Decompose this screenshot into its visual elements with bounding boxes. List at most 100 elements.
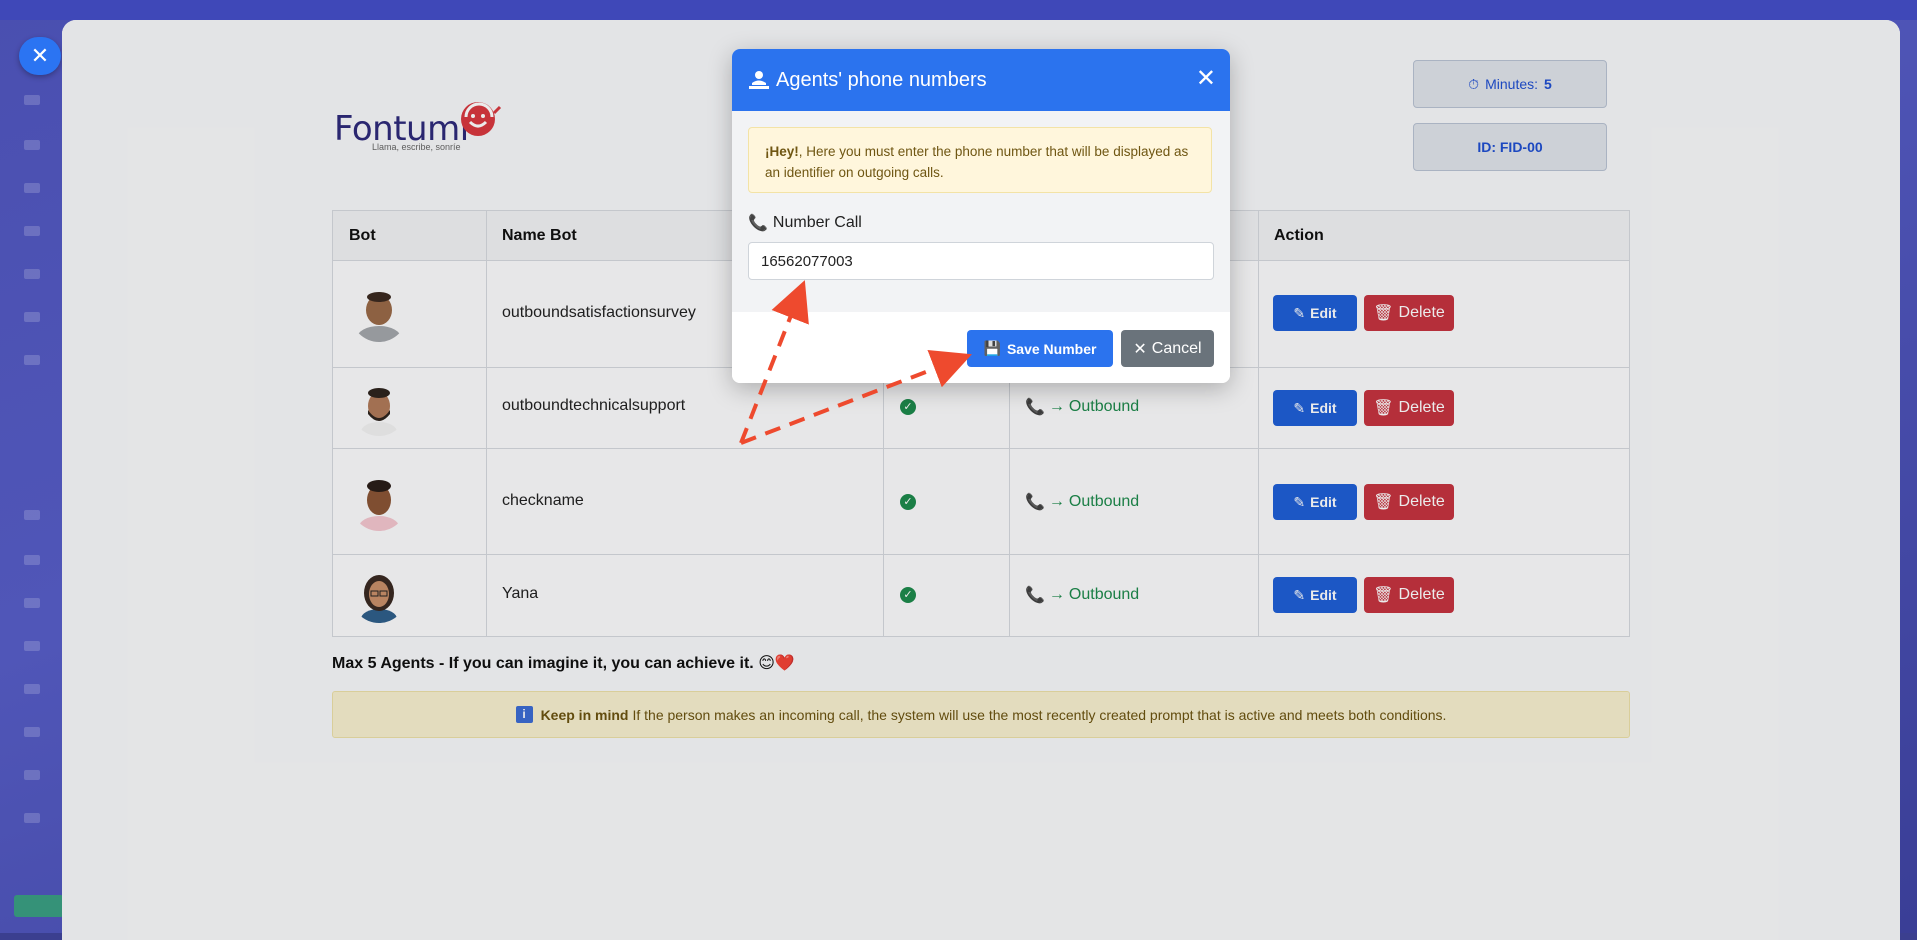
active-check-icon: ✓ — [900, 587, 916, 603]
call-direction: 📞 → Outbound — [1025, 397, 1139, 417]
edit-label: Edit — [1310, 305, 1337, 321]
close-panel-button[interactable]: ✕ — [19, 37, 61, 75]
background-sidebar-item — [24, 727, 40, 737]
trash-icon: 🗑 — [1373, 494, 1394, 511]
number-call-label: 📞 Number Call — [748, 213, 862, 233]
call-direction: 📞 → Outbound — [1025, 492, 1139, 512]
info-icon: i — [515, 706, 533, 723]
delete-button[interactable]: 🗑 Delete — [1364, 295, 1454, 331]
close-icon: ✕ — [30, 43, 50, 68]
background-sidebar-item — [24, 555, 40, 565]
direction-label: Outbound — [1068, 493, 1140, 510]
stopwatch-icon: ⏱ — [1468, 75, 1480, 92]
cancel-label: Cancel — [1151, 339, 1202, 357]
phone-number-alert: ¡Hey!, Here you must enter the phone num… — [748, 127, 1212, 193]
background-sidebar-item — [24, 355, 40, 365]
incoming-call-notice: i Keep in mind If the person makes an in… — [332, 691, 1630, 738]
background-sidebar-item — [24, 770, 40, 780]
modal-title: Agents' phone numbers — [748, 49, 987, 111]
phone-numbers-modal: Agents' phone numbers ✕ ¡Hey!, Here you … — [732, 49, 1230, 383]
pencil-icon: ✎ — [1293, 399, 1306, 416]
pencil-icon: ✎ — [1293, 304, 1306, 321]
modal-close-button[interactable]: ✕ — [1196, 67, 1216, 91]
bot-avatar — [361, 388, 397, 436]
edit-label: Edit — [1310, 400, 1337, 416]
edit-button[interactable]: ✎ Edit — [1273, 295, 1357, 331]
logo-tagline: Llama, escribe, sonríe — [372, 142, 461, 152]
phone-icon: 📞 — [1025, 587, 1045, 604]
arrow-right-icon: → — [1048, 398, 1065, 415]
minutes-value: 5 — [1544, 76, 1552, 92]
table-row: checkname ✓ 📞 → Outbound ✎ Edit 🗑 Delete — [333, 449, 1629, 555]
active-check-icon: ✓ — [900, 399, 916, 415]
background-sidebar-item — [24, 641, 40, 651]
headset-logo-icon — [461, 102, 502, 136]
minutes-label: Minutes: — [1485, 76, 1539, 92]
active-check-icon: ✓ — [900, 494, 916, 510]
modal-header: Agents' phone numbers ✕ — [732, 49, 1230, 111]
pencil-icon: ✎ — [1293, 493, 1306, 510]
delete-label: Delete — [1398, 399, 1445, 416]
delete-button[interactable]: 🗑 Delete — [1364, 390, 1454, 426]
background-sidebar-item — [24, 95, 40, 105]
edit-label: Edit — [1310, 587, 1337, 603]
bot-name: outboundsatisfactionsurvey — [502, 304, 696, 321]
phone-icon: 📞 — [1025, 399, 1045, 416]
arrow-right-icon: → — [1048, 586, 1065, 603]
phone-icon: 📞 — [1025, 494, 1045, 511]
fontumi-logo: Fontumi Llama, escribe, sonríe — [334, 95, 514, 155]
background-sidebar-item — [24, 226, 40, 236]
save-number-button[interactable]: 💾 Save Number — [967, 330, 1113, 367]
notice-text: If the person makes an incoming call, th… — [632, 706, 1447, 723]
direction-label: Outbound — [1068, 586, 1140, 603]
agent-desk-icon — [749, 71, 769, 89]
modal-body: ¡Hey!, Here you must enter the phone num… — [732, 111, 1230, 312]
background-sidebar-item — [24, 183, 40, 193]
background-sidebar-item — [24, 813, 40, 823]
bot-avatar — [359, 480, 399, 531]
delete-button[interactable]: 🗑 Delete — [1364, 484, 1454, 520]
number-call-label-text: Number Call — [772, 214, 862, 231]
phone-icon: 📞 — [748, 215, 768, 232]
column-header-bot: Bot — [349, 227, 376, 244]
bot-avatar — [361, 575, 397, 623]
bot-name: Yana — [502, 585, 539, 602]
trash-icon: 🗑 — [1373, 587, 1394, 604]
trash-icon: 🗑 — [1373, 400, 1394, 417]
background-sidebar-item — [24, 140, 40, 150]
edit-label: Edit — [1310, 494, 1337, 510]
alert-text: , Here you must enter the phone number t… — [765, 144, 1189, 180]
floppy-disk-icon: 💾 — [983, 340, 1001, 356]
save-number-label: Save Number — [1006, 340, 1097, 357]
delete-label: Delete — [1398, 586, 1445, 603]
background-topbar — [0, 0, 1917, 20]
account-id-badge: ID: FID-00 — [1413, 123, 1607, 171]
background-sidebar-item — [24, 598, 40, 608]
background-sidebar-item — [24, 510, 40, 520]
cancel-button[interactable]: ✕ Cancel — [1121, 330, 1214, 367]
background-sidebar-item — [24, 269, 40, 279]
direction-label: Outbound — [1068, 398, 1140, 415]
bot-name: checkname — [502, 492, 584, 509]
close-icon: ✕ — [1133, 340, 1147, 358]
notice-strong: Keep in mind — [540, 706, 629, 723]
account-id-label: ID: FID-00 — [1477, 139, 1543, 155]
background-sidebar-button — [14, 895, 64, 917]
delete-button[interactable]: 🗑 Delete — [1364, 577, 1454, 613]
agents-limit-message: Max 5 Agents - If you can imagine it, yo… — [332, 655, 795, 672]
edit-button[interactable]: ✎ Edit — [1273, 577, 1357, 613]
column-header-name-bot: Name Bot — [502, 227, 577, 244]
edit-button[interactable]: ✎ Edit — [1273, 390, 1357, 426]
call-direction: 📞 → Outbound — [1025, 585, 1139, 605]
background-sidebar-item — [24, 312, 40, 322]
background-sidebar-item — [24, 684, 40, 694]
bot-name: outboundtechnicalsupport — [502, 397, 686, 414]
number-call-input[interactable] — [748, 242, 1214, 280]
close-icon: ✕ — [1195, 65, 1216, 92]
pencil-icon: ✎ — [1293, 586, 1306, 603]
alert-strong: ¡Hey! — [765, 144, 799, 159]
modal-footer: 💾 Save Number ✕ Cancel — [732, 312, 1230, 383]
edit-button[interactable]: ✎ Edit — [1273, 484, 1357, 520]
modal-title-text: Agents' phone numbers — [776, 68, 987, 91]
delete-label: Delete — [1398, 493, 1445, 510]
